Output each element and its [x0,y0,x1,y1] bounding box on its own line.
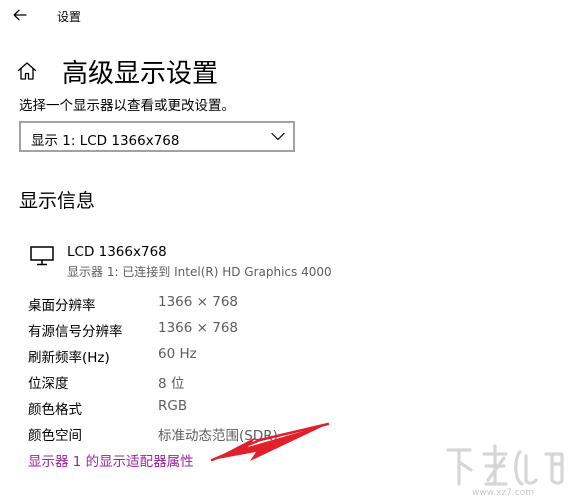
info-label: 位深度 [28,376,69,392]
select-display-instruction: 选择一个显示器以查看或更改设置。 [19,98,235,114]
display-info-heading: 显示信息 [19,190,96,212]
info-label: 有源信号分辨率 [28,324,123,340]
info-row-active-signal-resolution: 有源信号分辨率 1366 × 768 [28,320,328,340]
chevron-down-icon [271,132,285,141]
home-icon [17,62,37,80]
monitor-connection-status: 显示器 1: 已连接到 Intel(R) HD Graphics 4000 [67,265,332,279]
info-row-color-space: 颜色空间 标准动态范围(SDR) [28,424,328,444]
back-button[interactable] [8,4,34,28]
info-row-refresh-rate: 刷新频率(Hz) 60 Hz [28,346,328,366]
display-adapter-properties-link[interactable]: 显示器 1 的显示适配器属性 [28,450,194,470]
window-title: 设置 [57,10,82,24]
monitor-name: LCD 1366x768 [67,244,167,260]
monitor-icon [30,246,54,266]
display-select-dropdown[interactable]: 显示 1: LCD 1366x768 [19,121,295,152]
display-select-value: 显示 1: LCD 1366x768 [31,133,180,149]
info-value: 标准动态范围(SDR) [158,428,278,444]
home-button[interactable] [16,60,42,86]
back-arrow-icon [13,9,27,21]
page-title: 高级显示设置 [62,59,219,89]
info-label: 颜色格式 [28,402,82,418]
title-bar: 设置 [0,0,575,34]
info-row-color-format: 颜色格式 RGB [28,398,328,418]
info-label: 桌面分辨率 [28,298,96,314]
info-row-desktop-resolution: 桌面分辨率 1366 × 768 [28,294,328,314]
info-value: RGB [158,398,188,414]
info-value: 60 Hz [158,346,197,362]
info-value: 1366 × 768 [158,294,239,310]
info-value: 1366 × 768 [158,320,239,336]
info-label: 颜色空间 [28,428,82,444]
info-row-bit-depth: 位深度 8 位 [28,372,328,392]
watermark-url: www.xz7.com [472,488,534,498]
info-label: 刷新频率(Hz) [28,350,110,366]
info-value: 8 位 [158,376,185,392]
